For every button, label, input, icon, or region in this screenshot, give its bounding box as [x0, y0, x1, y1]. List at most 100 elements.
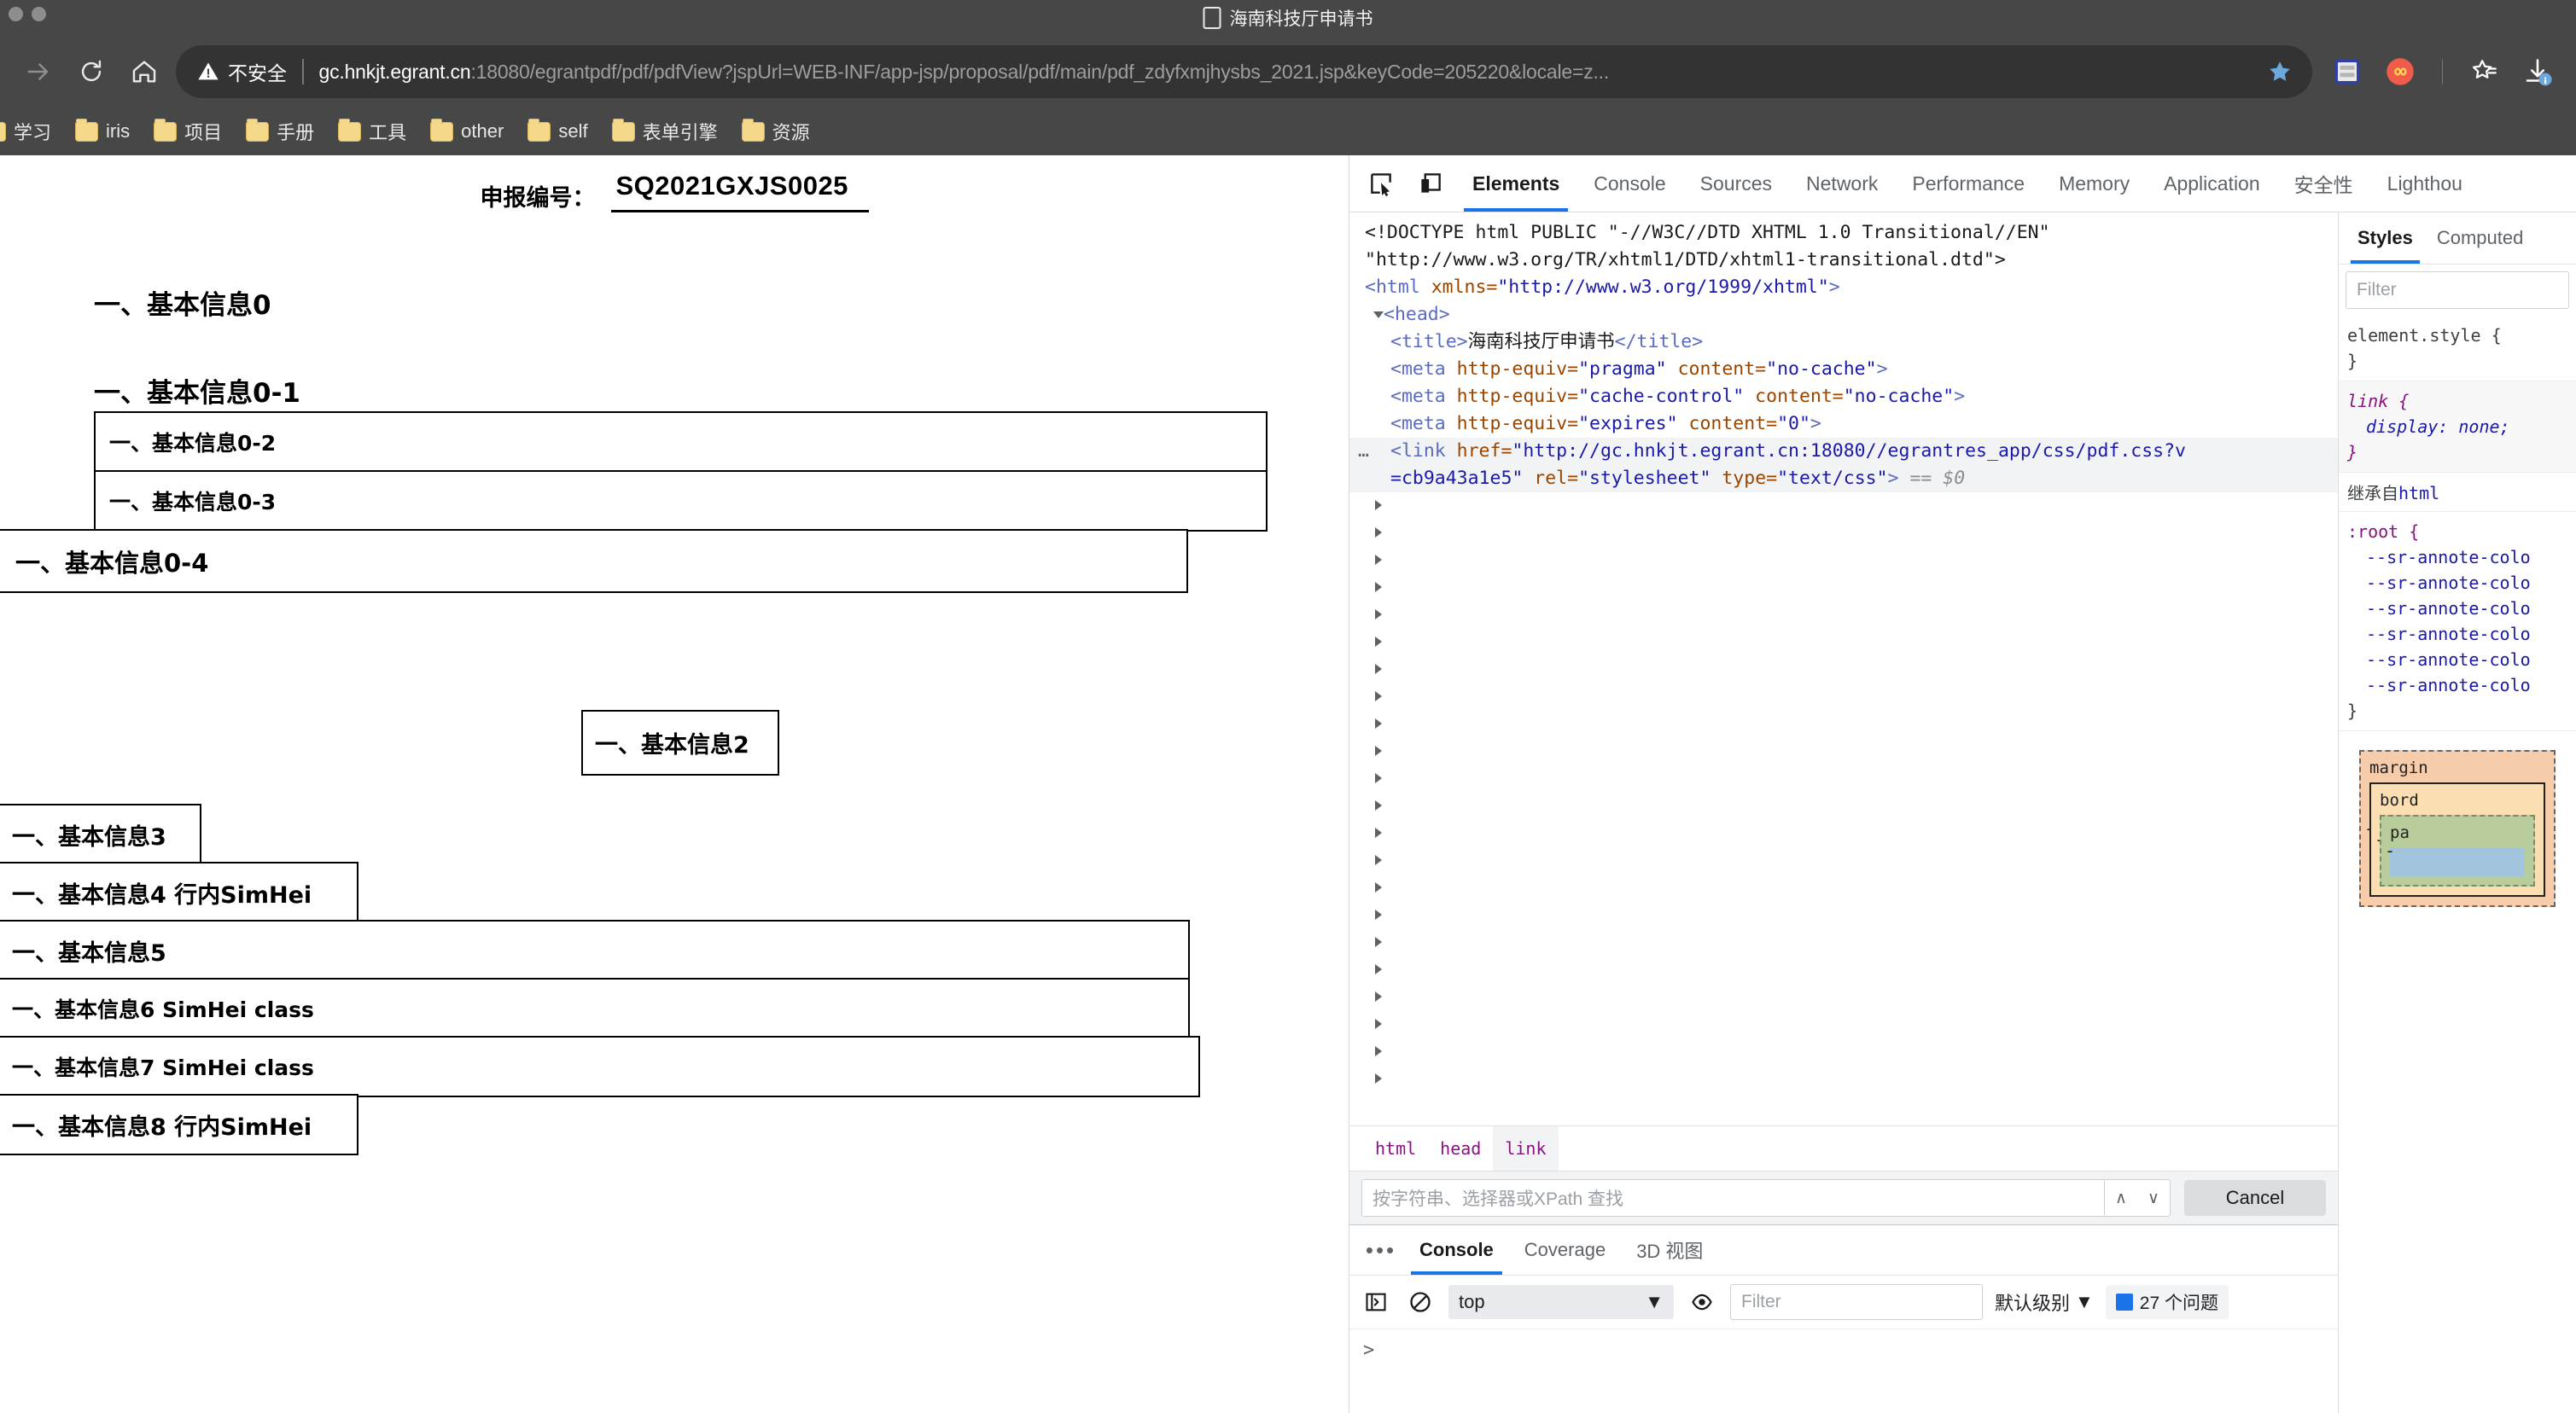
dom-line-style[interactable]: <span class="at">type=</span><span class… [1349, 793, 2338, 820]
css-variable[interactable]: --sr-annote-colo [2347, 570, 2567, 596]
styles-tab[interactable]: Styles [2346, 212, 2425, 264]
box-model-diagram[interactable]: margin - bord - pa - [2359, 750, 2556, 907]
chevron-right-icon[interactable] [1375, 527, 1382, 538]
downloads-button[interactable] [2511, 45, 2564, 98]
styles-filter-input[interactable]: Filter [2346, 271, 2569, 309]
breadcrumb-head[interactable]: head [1428, 1126, 1493, 1171]
chevron-right-icon[interactable] [1375, 800, 1382, 811]
padding-left-value[interactable]: - [2385, 840, 2395, 861]
tab-lighthouse[interactable]: Lighthou [2370, 155, 2480, 212]
css-variable[interactable]: --sr-annote-colo [2347, 672, 2567, 698]
browser-tab[interactable]: 海南科技厅申请书 [1203, 0, 1373, 36]
inherited-element[interactable]: html [2398, 483, 2439, 503]
console-filter-input[interactable]: Filter [1730, 1284, 1983, 1320]
close-window-button[interactable] [9, 7, 23, 21]
chevron-down-icon[interactable] [1373, 311, 1384, 318]
tab-elements[interactable]: Elements [1455, 155, 1576, 212]
reload-button[interactable] [65, 45, 118, 98]
device-toolbar-button[interactable] [1406, 155, 1455, 212]
url-text[interactable]: gc.hnkjt.egrant.cn:18080/egrantpdf/pdf/p… [319, 61, 2251, 84]
rule-link[interactable]: link { display: none; } [2339, 381, 2576, 473]
chevron-right-icon[interactable] [1375, 555, 1382, 565]
rule-element-style[interactable]: element.style { } [2339, 316, 2576, 381]
tab-application[interactable]: Application [2147, 155, 2277, 212]
minimize-window-button[interactable] [32, 7, 46, 21]
tab-performance[interactable]: Performance [1895, 155, 2042, 212]
bookmark-item-4[interactable]: 工具 [326, 113, 418, 150]
live-expression-button[interactable] [1686, 1286, 1718, 1318]
chevron-right-icon[interactable] [1375, 937, 1382, 947]
cancel-button[interactable]: Cancel [2184, 1180, 2326, 1216]
bookmark-item-5[interactable]: other [418, 113, 516, 150]
console-output[interactable]: > [1349, 1329, 2338, 1413]
box-model-padding[interactable]: pa - [2380, 815, 2535, 887]
dom-line-style[interactable]: <span class="at">type=</span><span class… [1349, 492, 2338, 520]
css-variable[interactable]: --sr-annote-colo [2347, 647, 2567, 672]
dom-line-style[interactable]: <span class="at">type=</span><span class… [1349, 1066, 2338, 1093]
chevron-right-icon[interactable] [1375, 910, 1382, 920]
dom-line-style[interactable]: <span class="at">type=</span><span class… [1349, 1011, 2338, 1038]
dom-line-style[interactable]: <span class="at">type=</span><span class… [1349, 984, 2338, 1011]
address-bar[interactable]: 不安全 gc.hnkjt.egrant.cn:18080/egrantpdf/p… [176, 45, 2312, 98]
tab-security[interactable]: 安全性 [2277, 155, 2370, 212]
bookmark-item-6[interactable]: self [516, 113, 599, 150]
console-context-select[interactable]: top ▼ [1448, 1285, 1674, 1319]
dom-tree[interactable]: <!DOCTYPE html PUBLIC "-//W3C//DTD XHTML… [1349, 212, 2338, 1125]
dom-line-style[interactable]: <span class="at">type=</span><span class… [1349, 574, 2338, 602]
dom-line-style[interactable]: <span class="at">type=</span><span class… [1349, 875, 2338, 902]
dom-line-style[interactable]: <span class="at">type=</span><span class… [1349, 929, 2338, 957]
breadcrumb-html[interactable]: html [1363, 1126, 1428, 1171]
box-model-border[interactable]: bord - pa - [2369, 782, 2545, 897]
chevron-down-icon[interactable]: ∨ [2148, 1189, 2159, 1208]
dom-line-link-2[interactable]: =cb9a43a1e5" rel="stylesheet" type="text… [1349, 465, 2338, 492]
site-security-indicator[interactable]: 不安全 [196, 57, 287, 86]
chevron-right-icon[interactable] [1375, 1046, 1382, 1056]
collections-button[interactable] [2458, 45, 2511, 98]
dom-search-nav[interactable]: ∧ ∨ [2104, 1179, 2171, 1217]
dom-line-style[interactable]: <span class="at">type=</span><span class… [1349, 629, 2338, 656]
dom-line-style[interactable]: <span class="at">type=</span><span class… [1349, 602, 2338, 629]
bookmark-item-7[interactable]: 表单引擎 [600, 113, 730, 150]
dom-search-input[interactable]: 按字符串、选择器或XPath 查找 [1361, 1179, 2104, 1217]
dom-line-style[interactable]: <span class="at">type=</span><span class… [1349, 656, 2338, 683]
tab-network[interactable]: Network [1789, 155, 1895, 212]
chevron-right-icon[interactable] [1375, 828, 1382, 838]
chevron-right-icon[interactable] [1375, 882, 1382, 893]
dom-line-style[interactable]: <span class="at">type=</span><span class… [1349, 711, 2338, 738]
bookmark-item-0[interactable]: 学习 [0, 113, 63, 150]
bookmark-item-2[interactable]: 项目 [142, 113, 234, 150]
dom-line-style[interactable]: <span class="at">type=</span><span class… [1349, 847, 2338, 875]
dom-line-style[interactable]: <span class="at">type=</span><span class… [1349, 765, 2338, 793]
chevron-right-icon[interactable] [1375, 500, 1382, 510]
dom-line-style[interactable]: <span class="at">type=</span><span class… [1349, 820, 2338, 847]
dom-line-style[interactable]: <span class="at">type=</span><span class… [1349, 1038, 2338, 1066]
window-controls[interactable] [9, 7, 46, 21]
tab-console[interactable]: Console [1576, 155, 1682, 212]
chevron-right-icon[interactable] [1375, 582, 1382, 592]
dom-line-style[interactable]: <span class="at">type=</span><span class… [1349, 957, 2338, 984]
forward-button[interactable] [12, 45, 65, 98]
chevron-right-icon[interactable] [1375, 964, 1382, 974]
dom-line-link-1[interactable]: …<link href="http://gc.hnkjt.egrant.cn:1… [1349, 438, 2338, 465]
chevron-right-icon[interactable] [1375, 664, 1382, 674]
css-variable[interactable]: --sr-annote-colo [2347, 621, 2567, 647]
more-indicator[interactable]: … [1358, 438, 1371, 465]
bookmark-item-8[interactable]: 资源 [730, 113, 822, 150]
chevron-right-icon[interactable] [1375, 773, 1382, 783]
box-model-margin[interactable]: margin - bord - pa - [2359, 750, 2556, 907]
dom-line-style[interactable]: <span class="at">type=</span><span class… [1349, 902, 2338, 929]
css-variable[interactable]: --sr-annote-colo [2347, 544, 2567, 570]
reading-list-extension-button[interactable] [2321, 45, 2374, 98]
computed-tab[interactable]: Computed [2425, 212, 2536, 264]
page-viewport[interactable]: 申报编号： SQ2021GXJS0025 一、基本信息0 一、基本信息0-1 一… [0, 155, 1349, 1413]
dom-line-style[interactable]: <span class="at">type=</span><span class… [1349, 520, 2338, 547]
infinity-extension-button[interactable] [2374, 45, 2427, 98]
issues-button[interactable]: 27 个问题 [2106, 1285, 2229, 1319]
rule-property[interactable]: display: none; [2347, 414, 2567, 439]
style-line-group[interactable]: <span class="at">type=</span><span class… [1349, 492, 2338, 1093]
css-variable[interactable]: --sr-annote-colo [2347, 596, 2567, 621]
drawer-tab-coverage[interactable]: Coverage [1509, 1225, 1621, 1275]
rule-root[interactable]: :root { --sr-annote-colo --sr-annote-col… [2339, 512, 2576, 731]
chevron-right-icon[interactable] [1375, 991, 1382, 1002]
tab-sources[interactable]: Sources [1683, 155, 1789, 212]
